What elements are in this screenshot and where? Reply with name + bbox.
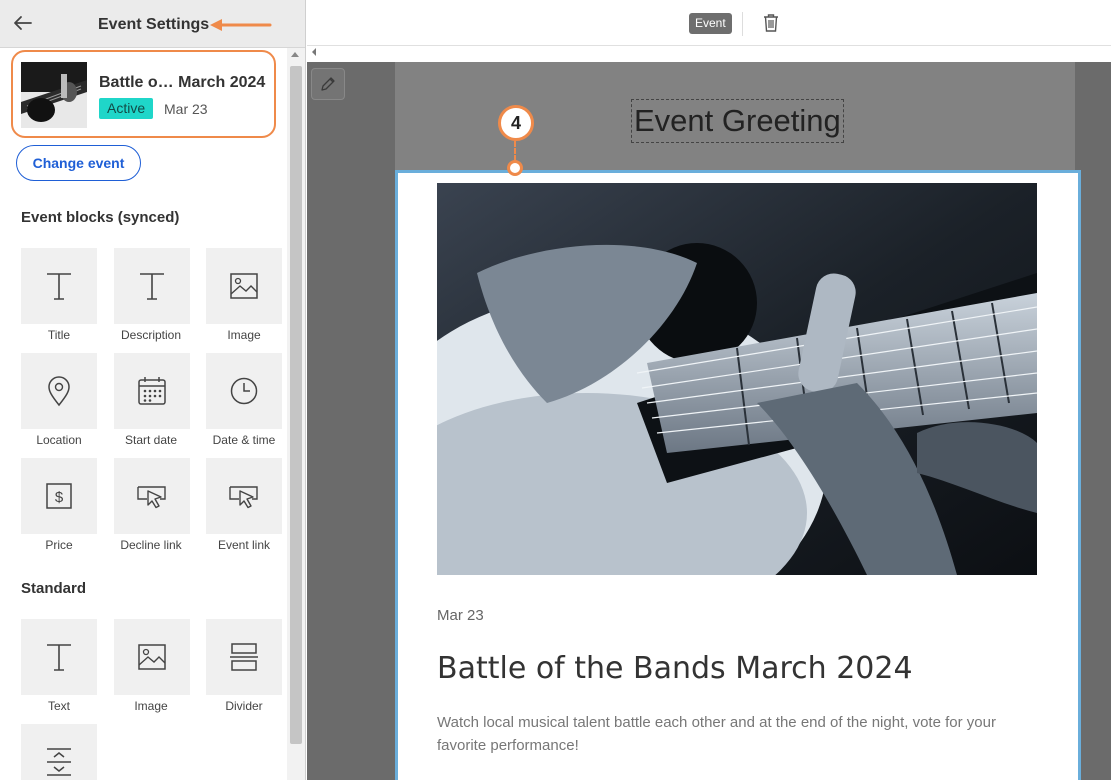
trash-icon[interactable] xyxy=(762,13,780,33)
block-start-date[interactable] xyxy=(114,353,190,429)
block-label: Price xyxy=(45,538,73,552)
event-greeting-text[interactable]: Event Greeting xyxy=(631,99,844,143)
change-event-button[interactable]: Change event xyxy=(16,145,141,181)
block-location[interactable] xyxy=(21,353,97,429)
text-T-icon xyxy=(47,644,71,671)
image-icon xyxy=(138,644,166,670)
block-label: Title xyxy=(47,328,71,342)
text-T-icon xyxy=(47,273,71,300)
cursor-link-icon xyxy=(229,486,258,509)
event-thumbnail xyxy=(21,62,87,128)
event-description-text[interactable]: Watch local musical talent battle each o… xyxy=(437,711,1047,757)
block-decline-link[interactable] xyxy=(114,458,190,534)
panel-scrollbar-thumb[interactable] xyxy=(290,66,302,744)
event-block-tag: Event xyxy=(689,13,732,34)
text-T-icon xyxy=(140,273,164,300)
block-spacer[interactable] xyxy=(21,724,97,780)
collapse-panel-icon[interactable] xyxy=(312,48,316,56)
scroll-up-icon[interactable] xyxy=(291,52,299,57)
standard-heading: Standard xyxy=(21,580,87,597)
event-name: Battle o… March 2024 xyxy=(99,74,266,91)
editor-canvas: Event Greeting Mar 23 Battle of the Band… xyxy=(307,62,1111,780)
edit-pencil-button[interactable] xyxy=(311,68,345,100)
spacer-icon xyxy=(47,748,71,776)
svg-text:$: $ xyxy=(55,489,64,506)
image-icon xyxy=(230,273,258,299)
block-label: Start date xyxy=(124,433,178,447)
status-badge: Active xyxy=(99,98,154,119)
block-label: Decline link xyxy=(120,538,182,552)
block-label: Event link xyxy=(217,538,271,552)
event-date-text[interactable]: Mar 23 xyxy=(437,607,484,624)
event-title-text[interactable]: Battle of the Bands March 2024 xyxy=(437,651,913,686)
block-label: Image xyxy=(227,328,261,342)
block-label: Text xyxy=(47,699,70,713)
calendar-icon xyxy=(138,377,166,405)
dollar-icon: $ xyxy=(46,483,72,509)
block-divider[interactable] xyxy=(206,619,282,695)
pencil-icon xyxy=(321,77,335,91)
clock-icon xyxy=(230,377,258,405)
block-event-link[interactable] xyxy=(206,458,282,534)
block-title[interactable] xyxy=(21,248,97,324)
block-price[interactable]: $ xyxy=(21,458,97,534)
block-label: Image xyxy=(134,699,168,713)
block-label: Divider xyxy=(225,699,263,713)
cursor-link-icon xyxy=(137,486,166,509)
block-label: Description xyxy=(120,328,182,342)
selected-event-card[interactable]: Battle o… March 2024 Active Mar 23 xyxy=(11,50,276,138)
panel-header: Event Settings xyxy=(0,0,305,48)
block-toolbar: Event xyxy=(307,0,1111,46)
block-label: Date & time xyxy=(212,433,276,447)
location-pin-icon xyxy=(48,376,70,407)
event-blocks-heading: Event blocks (synced) xyxy=(21,209,180,226)
panel-title: Event Settings xyxy=(98,16,210,33)
block-image[interactable] xyxy=(206,248,282,324)
step-connector-line xyxy=(514,141,516,161)
event-block-selected[interactable]: Mar 23 Battle of the Bands March 2024 Wa… xyxy=(395,170,1081,780)
event-hero-image[interactable] xyxy=(437,183,1037,575)
divider-icon xyxy=(230,643,258,671)
greeting-section[interactable]: Event Greeting xyxy=(395,62,1075,170)
step-anchor-dot xyxy=(507,160,523,176)
toolbar-divider xyxy=(742,12,743,36)
block-label: Location xyxy=(36,433,82,447)
block-text[interactable] xyxy=(21,619,97,695)
block-standard-image[interactable] xyxy=(114,619,190,695)
callout-arrow-icon xyxy=(210,19,272,31)
block-date-time[interactable] xyxy=(206,353,282,429)
back-arrow-icon[interactable] xyxy=(12,12,34,34)
event-settings-panel: Event Settings Battle o… March 2024 Acti… xyxy=(0,0,306,780)
block-description[interactable] xyxy=(114,248,190,324)
email-editor: Event Event Greeting Mar 23 Battle of th… xyxy=(307,0,1111,780)
step-number-badge: 4 xyxy=(498,105,534,141)
event-date: Mar 23 xyxy=(164,101,208,117)
